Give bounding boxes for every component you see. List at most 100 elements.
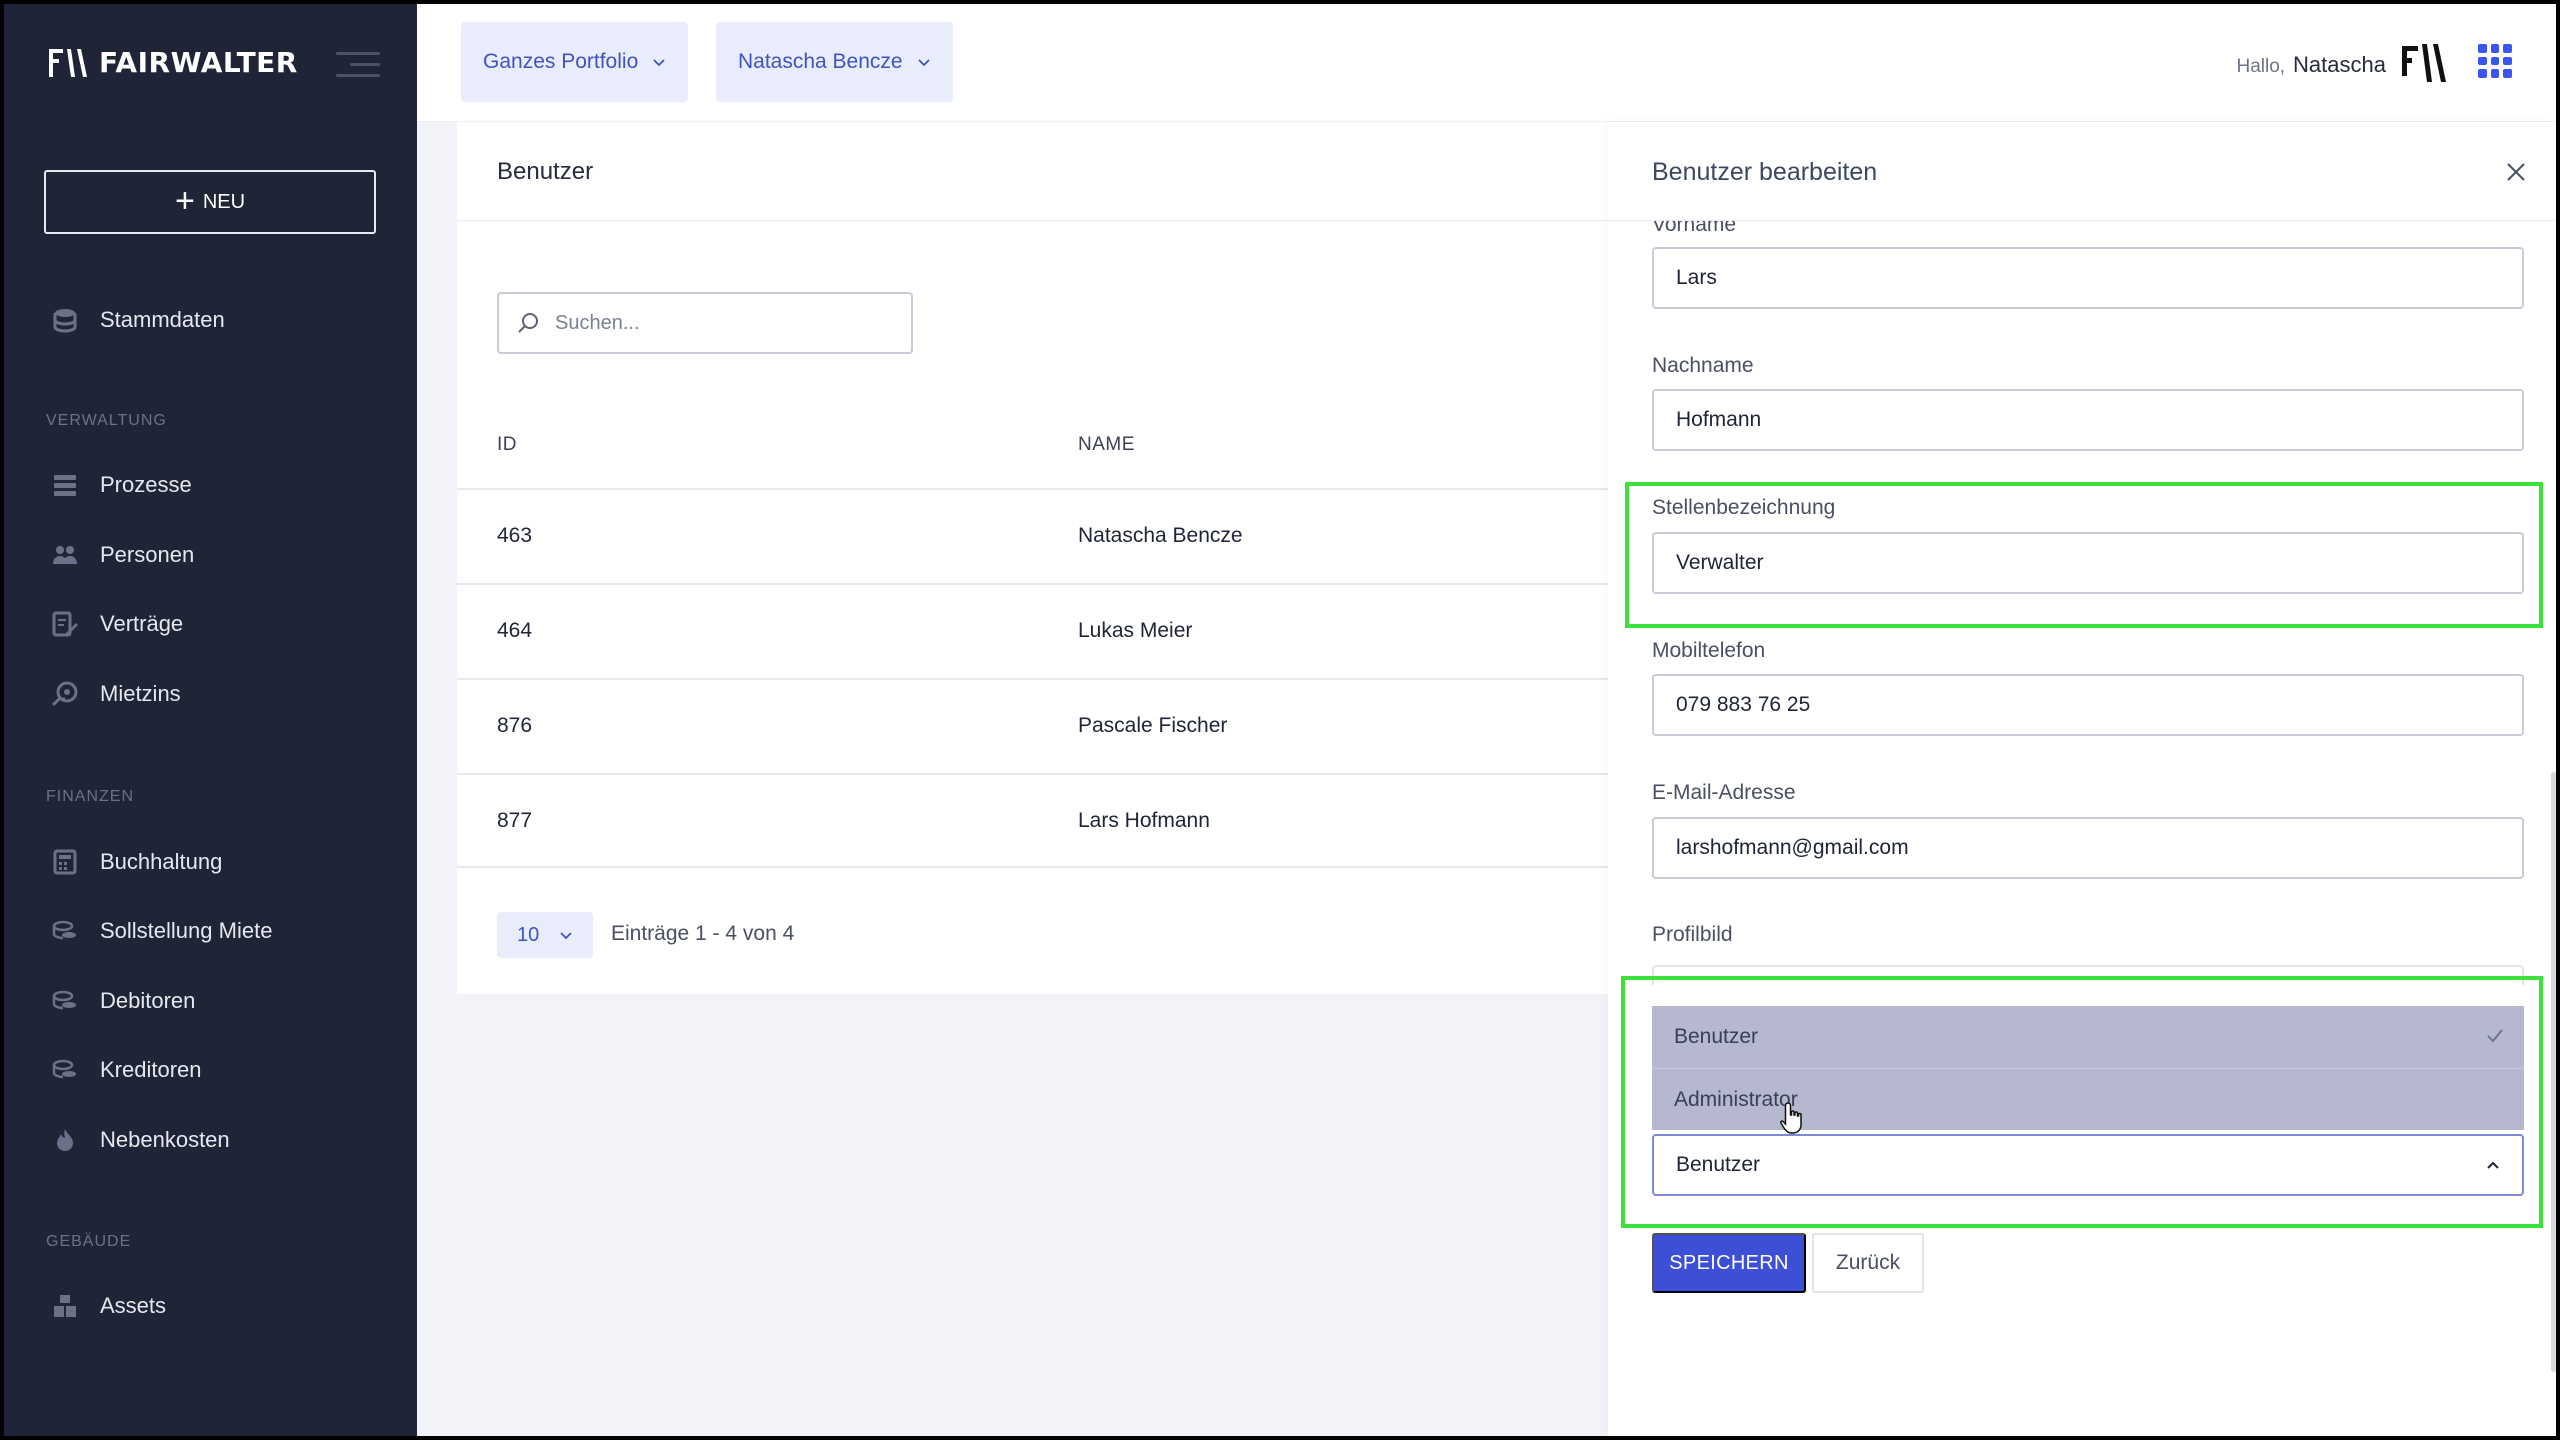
close-icon[interactable] — [2506, 162, 2526, 182]
nachname-field[interactable]: Hofmann — [1652, 389, 2524, 451]
sidebar-item-prozesse[interactable]: Prozesse — [52, 472, 192, 498]
avatar[interactable] — [2400, 38, 2450, 88]
cell-id: 877 — [497, 809, 533, 832]
top-bar: Ganzes Portfolio Natascha Bencze Hallo, N… — [417, 4, 2556, 122]
chevron-down-icon — [560, 932, 572, 940]
sidebar-item-label: Stammdaten — [100, 307, 225, 332]
logo-text: FAIRWALTER — [99, 46, 298, 79]
sidebar-item-stammdaten[interactable]: Stammdaten — [52, 307, 225, 333]
users-icon — [53, 546, 77, 564]
app-logo[interactable]: FAIRWALTER — [49, 46, 298, 79]
edit-user-panel: Benutzer bearbeiten Vorname Lars Nachnam… — [1608, 122, 2556, 1436]
cell-name: Natascha Bencze — [1078, 524, 1243, 547]
panel-title: Benutzer bearbeiten — [1652, 158, 1878, 186]
section-title-verwaltung: VERWALTUNG — [46, 412, 167, 429]
page-size-value: 10 — [517, 923, 540, 946]
plus-icon: + — [174, 181, 195, 220]
new-button[interactable]: + NEU — [44, 170, 376, 234]
logo-mark-icon — [49, 47, 91, 79]
column-header-name[interactable]: NAME — [1078, 434, 1135, 456]
sidebar-item-vertraege[interactable]: Verträge — [52, 611, 183, 637]
users-card-title: Benutzer — [497, 158, 594, 185]
chevron-down-icon — [653, 59, 665, 67]
sidebar-item-label: Personen — [100, 542, 195, 567]
section-title-finanzen: FINANZEN — [46, 788, 134, 805]
contract-edit-icon — [52, 611, 78, 637]
portfolio-selector-label: Ganzes Portfolio — [483, 50, 639, 73]
app-window: FAIRWALTER + NEU Stammdaten VERWALTUNG P… — [4, 4, 2556, 1436]
email-field[interactable]: larshofmann@gmail.com — [1652, 817, 2524, 879]
sidebar-item-label: Nebenkosten — [100, 1127, 230, 1152]
coins-icon — [52, 990, 76, 1010]
sidebar-item-label: Verträge — [100, 611, 184, 636]
buildings-icon — [54, 1295, 76, 1317]
new-button-label: NEU — [202, 190, 246, 213]
cell-name: Pascale Fischer — [1078, 714, 1228, 737]
sidebar-item-label: Prozesse — [100, 472, 192, 497]
vorname-label: Vorname — [1652, 221, 1737, 236]
sidebar-item-sollstellung-miete[interactable]: Sollstellung Miete — [52, 918, 272, 944]
search-placeholder: Suchen... — [555, 311, 640, 334]
back-button[interactable]: Zurück — [1812, 1233, 1924, 1293]
pagination-info: Einträge 1 - 4 von 4 — [611, 922, 795, 945]
mobiltelefon-field[interactable]: 079 883 76 25 — [1652, 674, 2524, 736]
sidebar-item-label: Sollstellung Miete — [100, 918, 273, 943]
sidebar-item-label: Kreditoren — [100, 1057, 202, 1082]
column-header-id[interactable]: ID — [497, 434, 517, 456]
divider — [457, 220, 1657, 221]
profilbild-label: Profilbild — [1652, 923, 1733, 946]
mobiltelefon-label: Mobiltelefon — [1652, 639, 1766, 662]
portfolio-selector[interactable]: Ganzes Portfolio — [461, 22, 689, 102]
table-row[interactable]: 464 Lukas Meier — [457, 583, 1657, 678]
sidebar-item-buchhaltung[interactable]: Buchhaltung — [52, 849, 222, 875]
user-selector[interactable]: Natascha Bencze — [716, 22, 953, 102]
avatar-logo-icon — [2402, 44, 2446, 82]
cell-id: 463 — [497, 524, 533, 547]
apps-grid-icon[interactable] — [2478, 44, 2512, 78]
sidebar-item-label: Assets — [100, 1293, 167, 1318]
users-card: Benutzer Suchen... ID NAME 463 Natascha … — [457, 122, 1657, 994]
table-row[interactable]: 877 Lars Hofmann — [457, 773, 1657, 868]
sidebar: FAIRWALTER + NEU Stammdaten VERWALTUNG P… — [4, 4, 417, 1436]
sidebar-item-kreditoren[interactable]: Kreditoren — [52, 1057, 202, 1083]
cell-name: Lukas Meier — [1078, 619, 1193, 642]
vorname-field[interactable]: Lars — [1652, 247, 2524, 309]
sidebar-item-mietzins[interactable]: Mietzins — [52, 681, 181, 707]
sidebar-item-label: Mietzins — [100, 681, 181, 706]
greeting: Hallo, Natascha — [2236, 52, 2386, 78]
cell-id: 876 — [497, 714, 533, 737]
nachname-label: Nachname — [1652, 354, 1754, 377]
search-input[interactable]: Suchen... — [497, 292, 913, 354]
sidebar-item-nebenkosten[interactable]: Nebenkosten — [52, 1127, 230, 1153]
chevron-down-icon — [917, 59, 930, 67]
list-icon — [54, 475, 76, 496]
greeting-text: Hallo, — [2236, 56, 2286, 77]
panel-body: Vorname Lars Nachname Hofmann Stellenbez… — [1608, 221, 2556, 1436]
menu-toggle-icon[interactable] — [336, 50, 380, 80]
panel-scrollbar[interactable] — [2551, 772, 2556, 1372]
sidebar-item-debitoren[interactable]: Debitoren — [52, 988, 195, 1014]
cell-id: 464 — [497, 619, 533, 642]
email-label: E-Mail-Adresse — [1652, 781, 1796, 804]
greeting-user-name: Natascha — [2293, 52, 2386, 77]
flame-icon — [57, 1129, 73, 1151]
database-icon — [53, 309, 77, 333]
cell-name: Lars Hofmann — [1078, 809, 1210, 832]
user-selector-label: Natascha Bencze — [738, 50, 903, 73]
calculator-icon — [53, 849, 77, 875]
sidebar-item-assets[interactable]: Assets — [52, 1293, 166, 1319]
highlight-box-role-select — [1621, 976, 2543, 1228]
coins-icon — [52, 920, 76, 940]
search-icon — [518, 313, 538, 333]
highlight-box-stellenbezeichnung — [1625, 482, 2543, 628]
sidebar-item-label: Debitoren — [100, 988, 196, 1013]
section-title-gebaeude: GEBÄUDE — [46, 1233, 132, 1250]
page-size-select[interactable]: 10 — [497, 912, 593, 958]
rent-icon — [52, 681, 78, 707]
save-button[interactable]: SPEICHERN — [1652, 1233, 1806, 1293]
sidebar-item-personen[interactable]: Personen — [52, 542, 194, 568]
table-row[interactable]: 876 Pascale Fischer — [457, 678, 1657, 773]
sidebar-item-label: Buchhaltung — [100, 849, 223, 874]
coins-icon — [52, 1059, 76, 1079]
table-row[interactable]: 463 Natascha Bencze — [457, 488, 1657, 583]
